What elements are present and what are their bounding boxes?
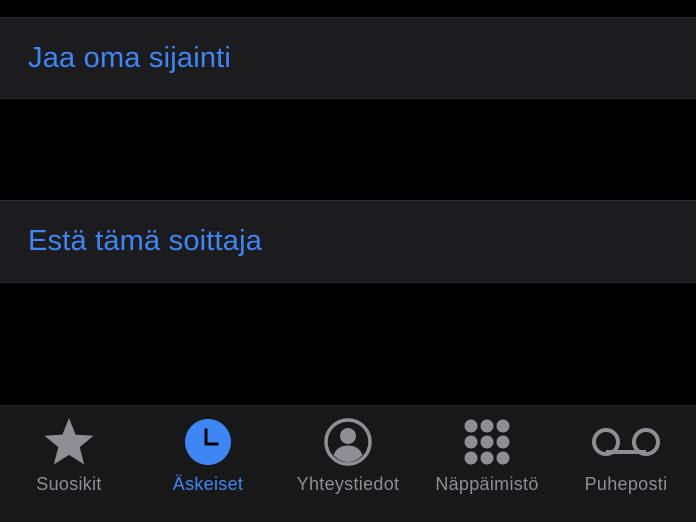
keypad-icon: [459, 417, 515, 467]
tab-contacts-label: Yhteystiedot: [296, 474, 400, 494]
tab-favorites-label: Suosikit: [36, 474, 102, 494]
clock-icon: [180, 417, 236, 467]
share-location-label: Jaa oma sijainti: [28, 41, 232, 74]
share-location-row[interactable]: Jaa oma sijainti: [0, 17, 696, 99]
person-circle-icon: [320, 417, 376, 467]
tab-recents-label: Äskeiset: [172, 474, 244, 494]
tab-bar: Suosikit Äskeiset Yhteystiedot Näppäimis…: [0, 405, 696, 522]
tab-favorites[interactable]: Suosikit: [0, 406, 138, 522]
tab-voicemail[interactable]: Puheposti: [556, 406, 696, 522]
tab-keypad[interactable]: Näppäimistö: [418, 406, 556, 522]
star-icon: [41, 417, 97, 467]
screen: Jaa oma sijainti Estä tämä soittaja Suos…: [0, 0, 696, 522]
block-caller-row[interactable]: Estä tämä soittaja: [0, 200, 696, 283]
tab-recents[interactable]: Äskeiset: [138, 406, 278, 522]
tab-keypad-label: Näppäimistö: [435, 474, 539, 494]
block-caller-label: Estä tämä soittaja: [28, 225, 263, 257]
voicemail-icon: [590, 417, 662, 467]
tab-voicemail-label: Puheposti: [584, 474, 668, 494]
tab-contacts[interactable]: Yhteystiedot: [278, 406, 418, 522]
